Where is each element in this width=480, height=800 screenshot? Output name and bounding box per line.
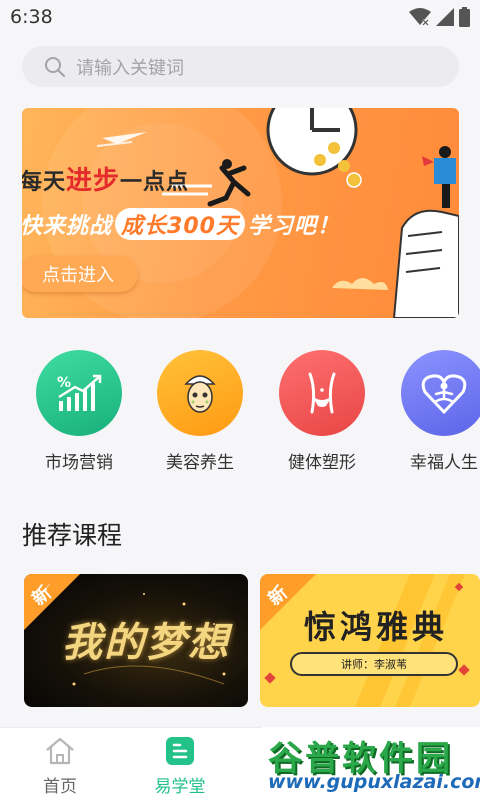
category-marketing[interactable]: % 市场营销 [19, 350, 139, 473]
category-label: 美容养生 [166, 453, 234, 473]
banner-subheadline: 快来挑战 成长300天 学习吧！ [22, 208, 340, 240]
course-title: 我的梦想 [62, 619, 230, 666]
banner-line1-a: 每天 [22, 170, 67, 195]
status-time: 6:38 [10, 6, 53, 28]
category-label: 健体塑形 [288, 453, 356, 473]
banner-line2-b: 学习吧！ [247, 214, 340, 239]
svg-text:%: % [57, 375, 71, 391]
category-happiness[interactable]: 幸福人生 [384, 350, 480, 473]
wifi-icon [409, 8, 431, 26]
promo-banner[interactable]: 每天进步一点点 快来挑战 成长300天 学习吧！ 点击进入 [22, 108, 459, 318]
battery-icon [459, 7, 470, 27]
watermark-logo: 谷普软件园 www.gupuxlazai.com [262, 727, 480, 800]
category-label: 市场营销 [45, 453, 113, 473]
status-bar: 6:38 [0, 0, 480, 36]
body-shape-icon [279, 350, 365, 436]
face-mask-icon [157, 350, 243, 436]
banner-headline: 每天进步一点点 [22, 160, 189, 197]
heart-meditation-icon [401, 350, 480, 436]
course-teacher: 讲师：李淑苇 [290, 652, 458, 676]
banner-line2-a: 快来挑战 [22, 214, 113, 239]
tab-yixuetang[interactable]: 易学堂 [120, 728, 240, 800]
banner-line1-highlight: 进步 [66, 166, 121, 196]
category-beauty[interactable]: 美容养生 [140, 350, 260, 473]
status-icons [409, 7, 470, 27]
signal-icon [436, 8, 454, 26]
chart-up-icon: % [36, 350, 122, 436]
category-row: % 市场营销 美容养生 健体塑形 幸福人生 [0, 350, 480, 480]
tab-home[interactable]: 首页 [0, 728, 120, 800]
watermark-url: www.gupuxlazai.com [268, 771, 480, 793]
banner-enter-button[interactable]: 点击进入 [22, 256, 138, 292]
banner-line1-b: 一点点 [120, 170, 190, 195]
book-icon [166, 737, 194, 765]
search-icon [45, 56, 66, 77]
tab-label: 易学堂 [154, 777, 206, 797]
course-card[interactable]: 新 惊鸿雅典 讲师：李淑苇 [260, 574, 480, 707]
search-input[interactable]: 请输入关键词 [22, 46, 459, 87]
course-card[interactable]: 新 我的梦想 [24, 574, 248, 707]
banner-line2-highlight: 成长300天 [115, 208, 245, 240]
home-icon [46, 737, 74, 765]
course-title: 惊鸿雅典 [304, 608, 449, 646]
category-label: 幸福人生 [410, 453, 478, 473]
section-title-recommended: 推荐课程 [22, 521, 123, 550]
tab-label: 首页 [43, 777, 77, 797]
category-fitness[interactable]: 健体塑形 [262, 350, 382, 473]
search-placeholder: 请输入关键词 [76, 57, 184, 79]
